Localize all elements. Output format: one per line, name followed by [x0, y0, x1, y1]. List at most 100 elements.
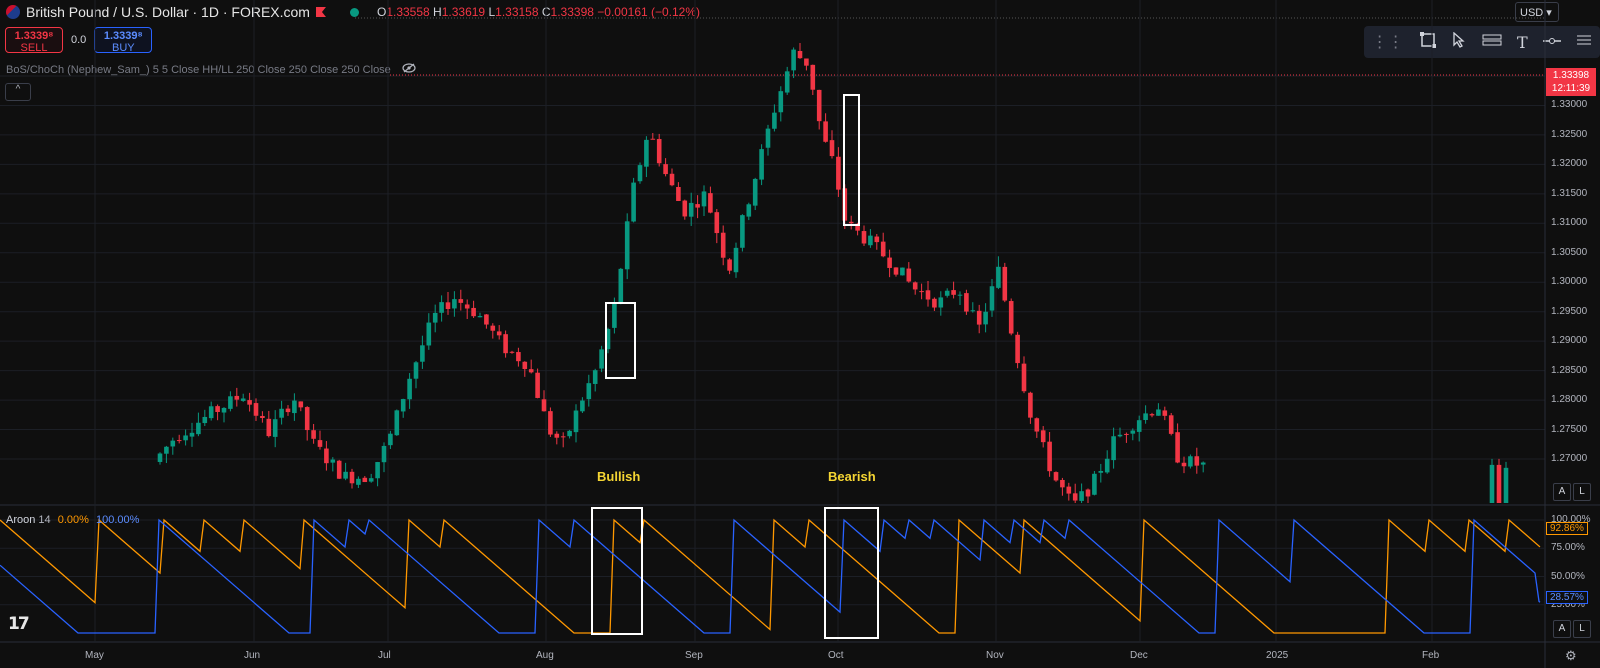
- candle-body: [1047, 441, 1052, 472]
- candle-body: [196, 422, 201, 435]
- candle-body: [285, 408, 291, 413]
- candle-body: [496, 331, 502, 336]
- candle-body: [765, 128, 771, 148]
- candle-body: [1079, 491, 1084, 501]
- settings-gear-icon[interactable]: ⚙: [1565, 648, 1577, 664]
- candle-body: [1085, 489, 1091, 497]
- candle-body: [996, 266, 1001, 288]
- candle-body: [682, 200, 688, 217]
- candle-body: [592, 370, 598, 384]
- candle-body: [874, 236, 880, 243]
- month-tick-label: Jun: [244, 650, 261, 661]
- month-tick-label: Nov: [986, 650, 1004, 661]
- month-tick-label: Dec: [1130, 650, 1148, 661]
- candle-body: [938, 297, 944, 308]
- candle-body: [951, 290, 956, 295]
- month-tick-label: Oct: [828, 650, 844, 661]
- aroon-period: 14: [38, 514, 51, 526]
- candle-body: [1188, 456, 1193, 467]
- candle-body: [669, 173, 675, 186]
- annotation-boxes: [591, 94, 879, 639]
- candle-body: [535, 372, 540, 398]
- candle-body: [471, 307, 476, 317]
- candle-body: [1130, 430, 1136, 434]
- candle-body: [778, 91, 784, 113]
- aroon-legend[interactable]: Aroon 14 0.00% 100.00%: [6, 514, 139, 526]
- candle-body: [228, 396, 233, 409]
- candle-body: [733, 247, 739, 273]
- candle-body: [836, 156, 841, 190]
- bearish-label: Bearish: [828, 469, 876, 484]
- log-scale-button[interactable]: L: [1573, 483, 1591, 501]
- candle-body: [784, 71, 790, 93]
- candle-body: [580, 400, 585, 412]
- candle-body: [944, 290, 950, 296]
- candle-body: [324, 448, 329, 464]
- price-tick-label: 1.28000: [1551, 394, 1588, 406]
- candle-body: [1503, 467, 1509, 503]
- price-tick-label: 1.27500: [1551, 423, 1588, 435]
- candle-body: [221, 407, 227, 413]
- candle-body: [727, 259, 732, 271]
- candle-body: [1143, 413, 1148, 420]
- candle-body: [208, 406, 214, 419]
- candle-body: [1149, 414, 1155, 416]
- aroon-down-tag: 28.57%: [1546, 591, 1588, 604]
- candle-body: [637, 165, 643, 182]
- aroon-auto-button[interactable]: A: [1553, 620, 1571, 638]
- candle-body: [797, 50, 803, 59]
- candle-body: [330, 459, 336, 463]
- candle-body: [900, 267, 905, 276]
- aroon-name: Aroon: [6, 514, 36, 526]
- candle-body: [618, 268, 624, 303]
- candle-body: [388, 433, 393, 446]
- candle-body: [1489, 464, 1495, 503]
- tradingview-logo-icon[interactable]: 𝟭𝟳: [8, 614, 30, 634]
- candle-body: [887, 257, 892, 268]
- candle-body: [688, 202, 694, 217]
- candle-body: [426, 322, 432, 346]
- candle-body: [509, 351, 515, 353]
- candle-body: [880, 241, 886, 257]
- price-tick-label: 1.29000: [1551, 335, 1588, 347]
- candle-body: [464, 304, 470, 309]
- candle-body: [1015, 334, 1020, 364]
- candle-body: [202, 416, 208, 424]
- candle-body: [234, 395, 240, 400]
- candle-body: [644, 139, 649, 167]
- candle-body: [695, 204, 700, 208]
- grid-lines: [0, 0, 1600, 668]
- month-tick-label: Feb: [1422, 650, 1440, 661]
- candle-body: [183, 435, 188, 441]
- candle-body: [1117, 434, 1123, 437]
- bullish-label: Bullish: [597, 469, 641, 484]
- candle-body: [240, 398, 246, 401]
- aroon-log-button[interactable]: L: [1573, 620, 1591, 638]
- auto-scale-button[interactable]: A: [1553, 483, 1571, 501]
- candle-body: [676, 186, 681, 201]
- candle-body: [1168, 415, 1174, 434]
- candle-body: [1040, 430, 1046, 443]
- candle-body: [746, 204, 752, 217]
- candle-body: [477, 316, 483, 318]
- candle-body: [554, 433, 560, 438]
- candle-body: [810, 64, 816, 90]
- candle-body: [804, 58, 809, 66]
- chart-canvas[interactable]: [0, 0, 1600, 668]
- candle-body: [599, 349, 604, 369]
- candle-body: [624, 221, 630, 270]
- price-tick-label: 1.31000: [1551, 217, 1588, 229]
- candle-body: [304, 407, 310, 431]
- price-tick-label: 1.30000: [1551, 276, 1588, 288]
- candle-body: [189, 432, 195, 437]
- candle-body: [548, 411, 553, 435]
- candle-body: [247, 400, 252, 405]
- candle-body: [612, 303, 617, 328]
- candle-body: [253, 403, 259, 416]
- candle-body: [957, 294, 963, 296]
- candle-body: [1021, 363, 1027, 392]
- candle-body: [656, 139, 662, 164]
- candle-body: [964, 293, 969, 312]
- time-axis[interactable]: May Jun Jul Aug Sep Oct Nov Dec 2025 Feb: [0, 642, 1545, 668]
- candle-body: [279, 408, 284, 418]
